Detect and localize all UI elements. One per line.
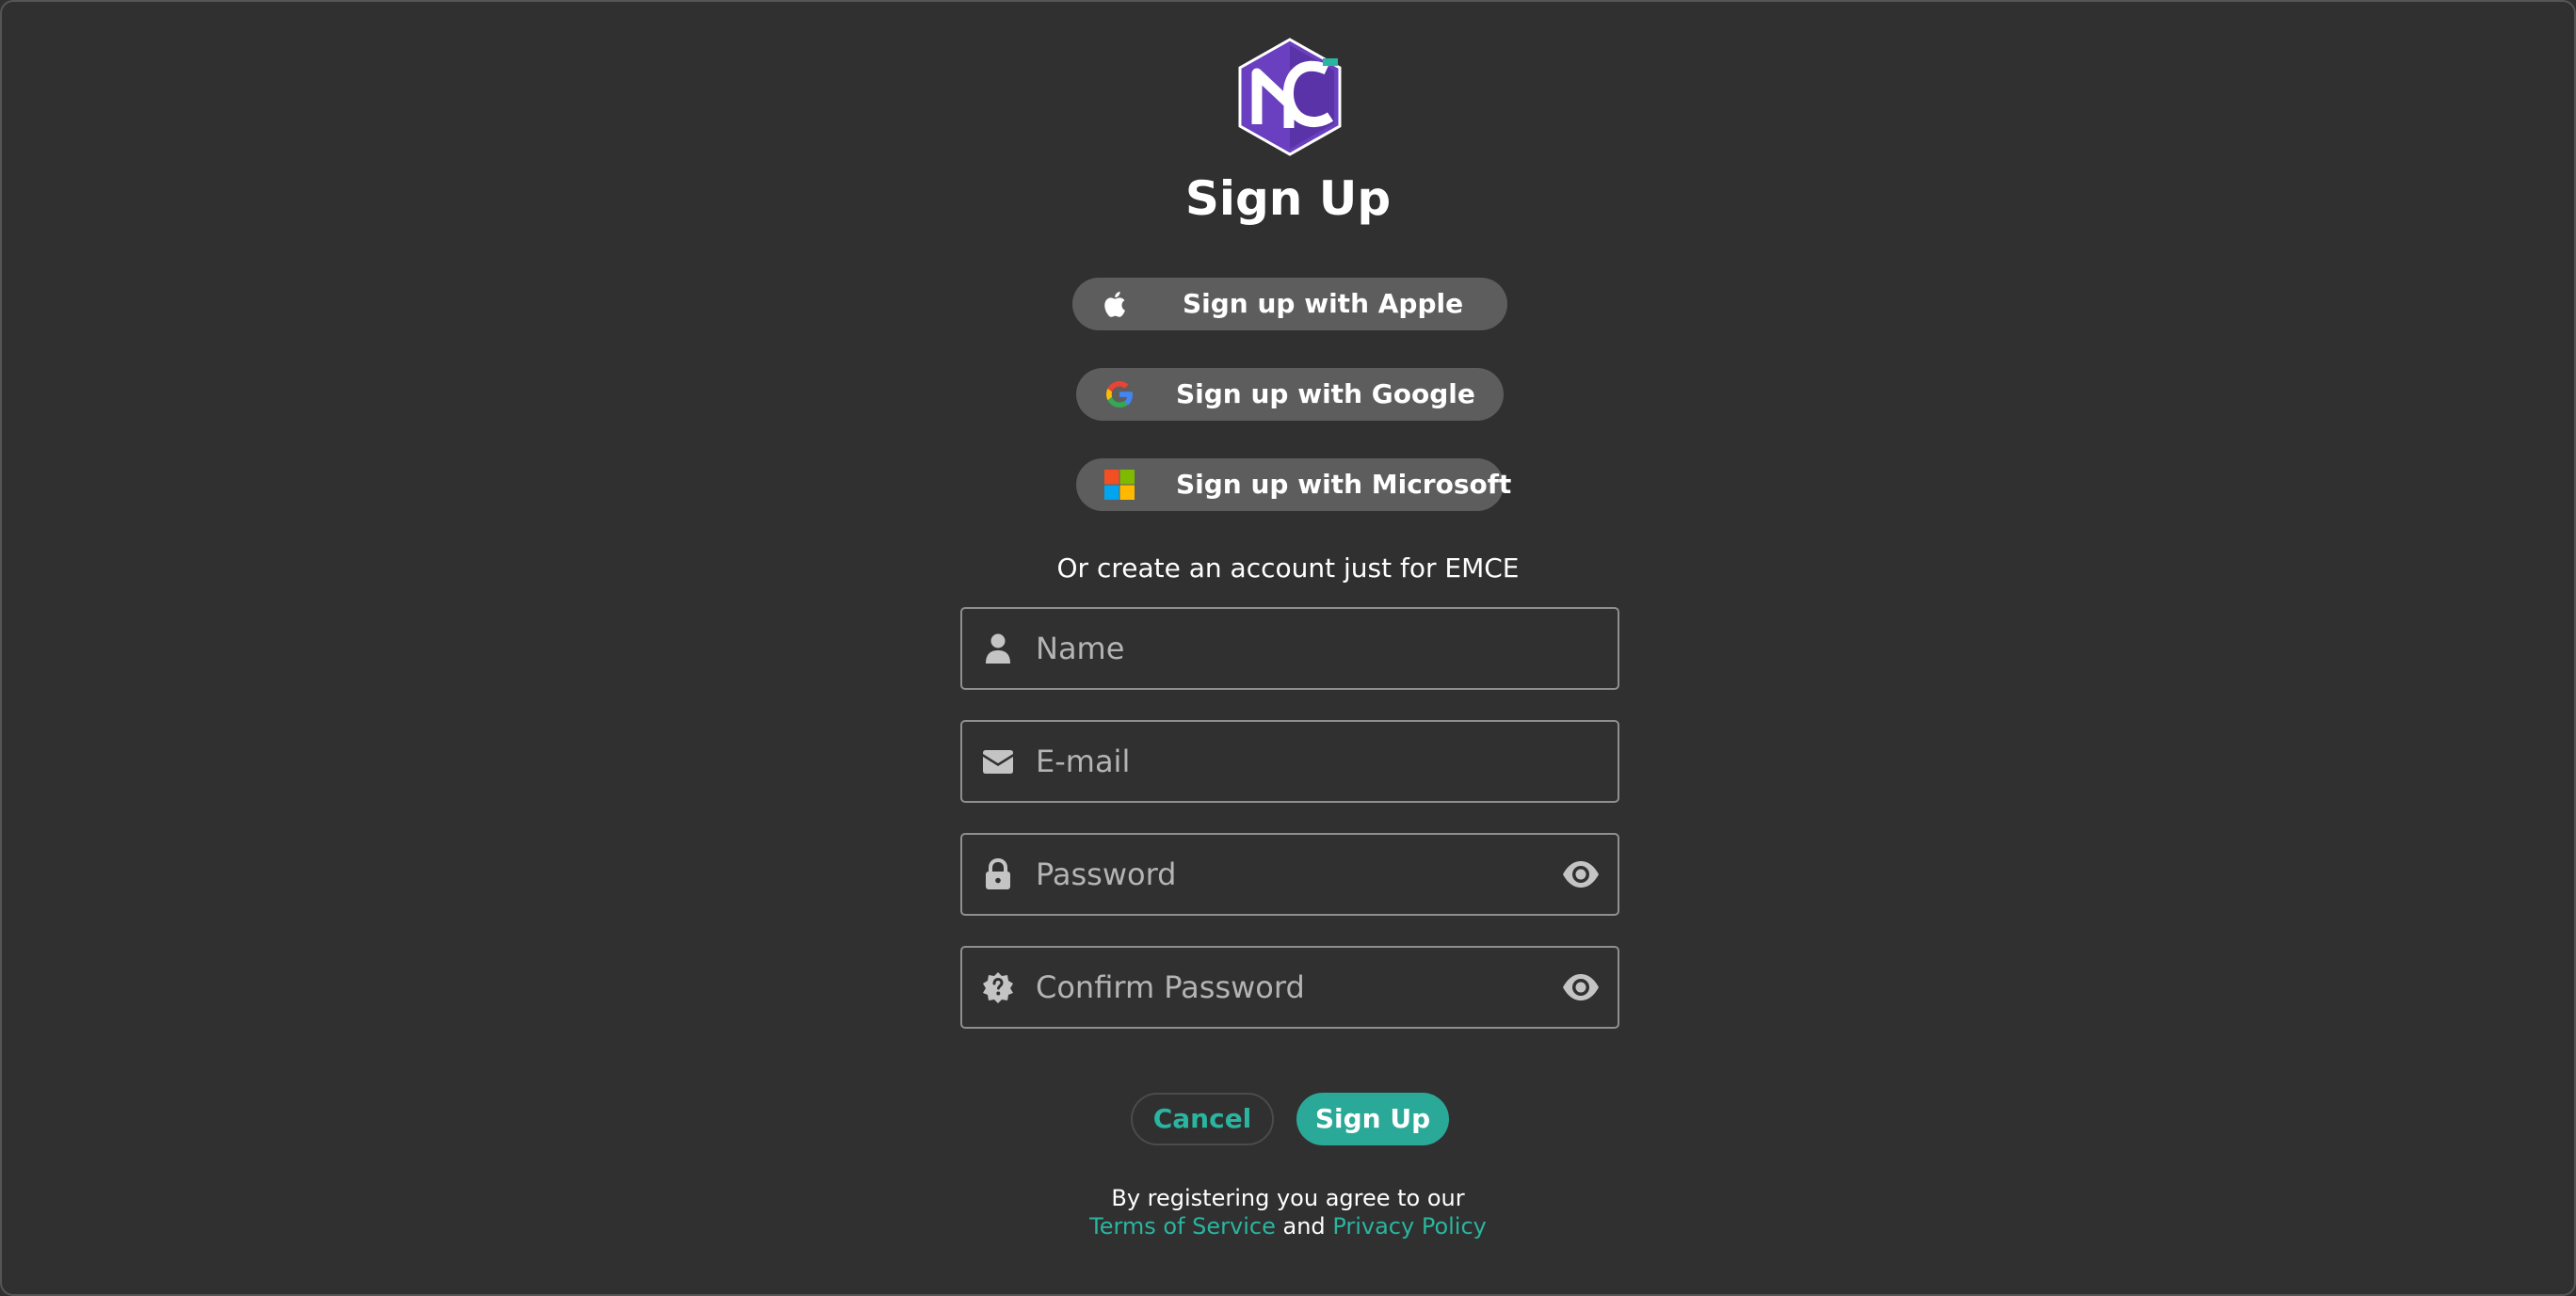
terms-of-service-link[interactable]: Terms of Service <box>1089 1213 1276 1240</box>
microsoft-icon <box>1104 470 1135 500</box>
signup-button[interactable]: Sign Up <box>1296 1093 1449 1145</box>
privacy-policy-link[interactable]: Privacy Policy <box>1332 1213 1487 1240</box>
signup-microsoft-button[interactable]: Sign up with Microsoft <box>1076 458 1511 511</box>
eye-icon[interactable] <box>1561 970 1601 1004</box>
password-input[interactable] <box>1036 835 1544 914</box>
signup-google-label: Sign up with Google <box>1176 378 1475 409</box>
app-window: Sign Up Sign up with Apple Sign up with … <box>0 0 2576 1296</box>
envelope-icon <box>983 750 1013 774</box>
legal-links-line: Terms of Service and Privacy Policy <box>2 1212 2574 1240</box>
page-title: Sign Up <box>1184 171 1392 226</box>
lock-icon <box>986 857 1010 889</box>
user-icon <box>986 633 1010 664</box>
legal-prefix-text: By registering you agree to our <box>1111 1185 1465 1211</box>
create-account-divider-text: Or create an account just for EMCE <box>1056 552 1520 584</box>
confirm-password-field <box>960 946 1619 1029</box>
google-icon <box>1106 381 1133 408</box>
cancel-button[interactable]: Cancel <box>1131 1093 1274 1145</box>
signup-microsoft-label: Sign up with Microsoft <box>1176 469 1512 500</box>
signup-apple-button[interactable]: Sign up with Apple <box>1072 278 1507 330</box>
emce-logo-icon <box>1238 38 1342 156</box>
confirm-password-input[interactable] <box>1036 948 1544 1027</box>
email-input[interactable] <box>1036 722 1544 801</box>
password-field <box>960 833 1619 916</box>
legal-notice: By registering you agree to our Terms of… <box>2 1184 2574 1240</box>
shield-question-icon <box>983 972 1013 1003</box>
name-input[interactable] <box>1036 609 1544 688</box>
eye-icon[interactable] <box>1561 857 1601 891</box>
name-field <box>960 607 1619 690</box>
signup-google-button[interactable]: Sign up with Google <box>1076 368 1504 421</box>
email-field <box>960 720 1619 803</box>
legal-and-text: and <box>1282 1213 1326 1240</box>
apple-icon <box>1104 291 1125 317</box>
signup-apple-label: Sign up with Apple <box>1183 288 1464 319</box>
